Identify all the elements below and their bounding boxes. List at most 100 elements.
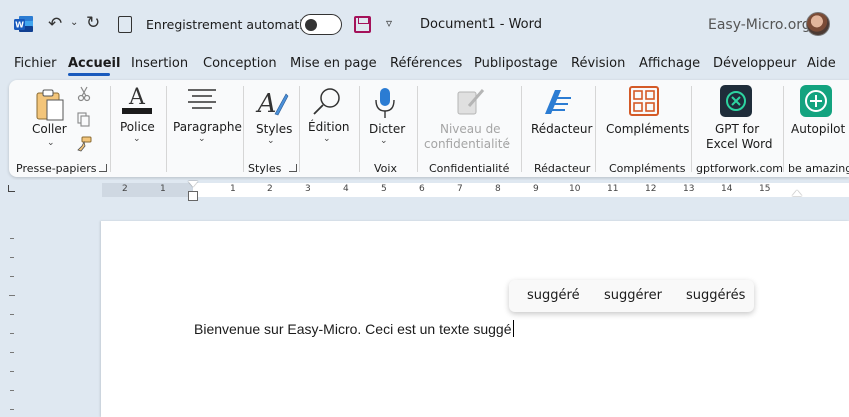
ruler-number: 8 xyxy=(495,184,501,194)
ruler-tick xyxy=(10,371,14,372)
ruler-tick xyxy=(10,333,14,334)
tab-aide[interactable]: Aide xyxy=(807,56,836,71)
suggestion-item[interactable]: suggérés xyxy=(686,288,745,303)
styles-dropdown-icon[interactable]: ⌄ xyxy=(267,136,275,146)
group-label-clipboard: Presse-papiers xyxy=(16,162,97,175)
vertical-ruler xyxy=(6,220,18,417)
editing-dropdown-icon[interactable]: ⌄ xyxy=(323,134,331,144)
gpt-button-line2[interactable]: Excel Word xyxy=(706,137,772,151)
paste-icon[interactable] xyxy=(34,88,66,122)
gpt-for-work-icon[interactable] xyxy=(719,84,753,118)
ruler-number: 12 xyxy=(645,184,657,194)
tab-mise-en-page[interactable]: Mise en page xyxy=(290,56,377,71)
separator xyxy=(417,86,418,172)
editing-button[interactable]: Édition xyxy=(308,120,350,134)
suggestion-item[interactable]: suggéré xyxy=(527,288,580,303)
format-painter-icon[interactable] xyxy=(76,136,92,152)
autopilot-icon[interactable] xyxy=(799,84,833,118)
title-bar: W ↶ ⌄ ↻ Enregistrement automatique ▿ Doc… xyxy=(0,0,849,50)
tab-accueil[interactable]: Accueil xyxy=(68,56,120,71)
dictate-dropdown-icon[interactable]: ⌄ xyxy=(380,136,388,146)
suggestion-item[interactable]: suggérer xyxy=(604,288,662,303)
editor-button[interactable]: Rédacteur xyxy=(531,122,592,136)
paragraph-button[interactable]: Paragraphe xyxy=(173,120,242,134)
avatar[interactable] xyxy=(806,12,830,36)
font-dropdown-icon[interactable]: ⌄ xyxy=(133,134,141,144)
tab-publipostage[interactable]: Publipostage xyxy=(474,56,558,71)
undo-icon[interactable]: ↶ xyxy=(48,14,62,34)
autocomplete-suggestions: suggéré suggérer suggérés xyxy=(509,280,754,312)
paste-button[interactable]: Coller xyxy=(32,122,67,136)
redo-icon[interactable]: ↻ xyxy=(86,13,100,33)
paragraph-icon[interactable] xyxy=(187,88,217,110)
svg-text:A: A xyxy=(128,85,146,110)
group-label-addins: Compléments xyxy=(609,162,686,175)
paste-dropdown-icon[interactable]: ⌄ xyxy=(47,138,55,148)
ruler-margin xyxy=(102,183,193,197)
editor-icon[interactable] xyxy=(541,86,575,118)
ruler-number: 7 xyxy=(457,184,463,194)
tab-revision[interactable]: Révision xyxy=(571,56,625,71)
ruler-number: 6 xyxy=(419,184,425,194)
styles-icon[interactable]: A xyxy=(255,86,289,118)
styles-launcher-icon[interactable] xyxy=(289,164,297,172)
document-icon[interactable] xyxy=(118,16,132,33)
sensitivity-label-line2: confidentialité xyxy=(424,137,510,151)
cut-icon[interactable] xyxy=(77,86,91,102)
ruler-number: 10 xyxy=(569,184,581,194)
autopilot-button[interactable]: Autopilot xyxy=(791,122,845,136)
save-icon[interactable] xyxy=(354,16,371,33)
tab-insertion[interactable]: Insertion xyxy=(131,56,188,71)
tab-conception[interactable]: Conception xyxy=(203,56,277,71)
tab-fichier[interactable]: Fichier xyxy=(14,56,57,71)
tab-references[interactable]: Références xyxy=(390,56,462,71)
word-logo-icon[interactable]: W xyxy=(14,15,34,33)
tab-affichage[interactable]: Affichage xyxy=(639,56,700,71)
ruler-number: 15 xyxy=(759,184,771,194)
copy-icon[interactable] xyxy=(77,112,91,128)
styles-button[interactable]: Styles xyxy=(256,122,292,136)
ruler-tick xyxy=(10,314,14,315)
sensitivity-dropdown-icon: ⌄ xyxy=(504,138,512,148)
clipboard-launcher-icon[interactable] xyxy=(99,164,107,172)
separator xyxy=(243,86,244,172)
addins-button[interactable]: Compléments xyxy=(606,122,689,136)
ruler-number: 14 xyxy=(721,184,733,194)
customize-toolbar-icon[interactable]: ▿ xyxy=(386,16,392,30)
dictate-button[interactable]: Dicter xyxy=(369,122,405,136)
undo-dropdown-icon[interactable]: ⌄ xyxy=(70,17,78,28)
ruler-number: 13 xyxy=(683,184,695,194)
document-body-text[interactable]: Bienvenue sur Easy-Micro. Ceci est un te… xyxy=(194,320,514,337)
right-indent-marker[interactable] xyxy=(792,190,802,196)
font-button[interactable]: Police xyxy=(120,120,155,134)
autosave-toggle[interactable] xyxy=(300,14,342,35)
ruler-tick xyxy=(10,352,14,353)
group-label-editor: Rédacteur xyxy=(534,162,591,175)
ruler-tick xyxy=(10,276,14,277)
ruler-number: 2 xyxy=(267,184,273,194)
ruler-number: 2 xyxy=(122,184,128,194)
gpt-button-line1[interactable]: GPT for xyxy=(715,122,759,136)
first-line-indent-marker[interactable] xyxy=(188,181,198,187)
document-title: Document1 - Word xyxy=(420,17,542,32)
ruler-number: 1 xyxy=(230,184,236,194)
tab-developpeur[interactable]: Développeur xyxy=(713,56,796,71)
horizontal-ruler[interactable] xyxy=(193,183,849,197)
left-indent-marker[interactable] xyxy=(188,191,198,201)
separator xyxy=(691,86,692,172)
sensitivity-label-line1: Niveau de xyxy=(440,122,501,136)
paragraph-dropdown-icon[interactable]: ⌄ xyxy=(198,134,206,144)
ruler-tick xyxy=(10,390,14,391)
document-page[interactable] xyxy=(101,221,849,417)
addins-icon[interactable] xyxy=(629,86,659,116)
search-icon[interactable] xyxy=(311,86,343,118)
separator xyxy=(110,86,111,172)
group-label-voice: Voix xyxy=(374,162,397,175)
font-icon[interactable]: A xyxy=(119,84,155,116)
tab-selector-icon[interactable] xyxy=(8,185,15,192)
ruler-number: 11 xyxy=(607,184,619,194)
microphone-icon[interactable] xyxy=(374,86,396,120)
ribbon: Coller ⌄ Presse-papiers A Police ⌄ Parag… xyxy=(9,80,849,177)
group-label-styles: Styles xyxy=(248,162,282,175)
separator xyxy=(595,86,596,172)
